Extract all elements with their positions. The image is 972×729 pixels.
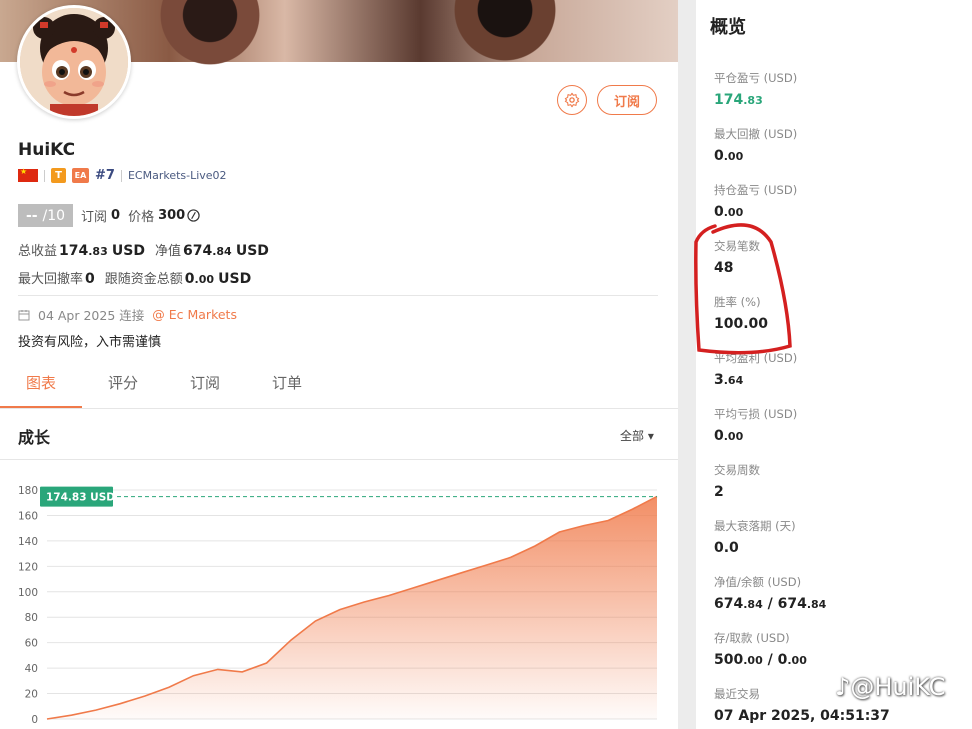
coin-icon: [187, 209, 200, 222]
profit-row: 总收益 174.83 USD 净值 674.84 USD: [18, 240, 269, 259]
overview-stat: 最大衰落期 (天) 0.0: [714, 518, 954, 556]
y-tick-label: 180: [18, 485, 38, 497]
subs-label: 订阅: [81, 210, 108, 225]
stat-label: 存/取款 (USD): [714, 631, 790, 645]
divider: [18, 295, 658, 296]
tab-orders[interactable]: 订单: [246, 365, 328, 408]
avatar[interactable]: [17, 5, 131, 119]
rank-badge: #7: [95, 168, 115, 183]
broker-link[interactable]: @ Ec Markets: [152, 307, 237, 322]
annotation-circle: [694, 223, 792, 355]
settings-button[interactable]: [557, 85, 587, 115]
overview-stat: 存/取款 (USD) 500.00 / 0.00: [714, 630, 954, 668]
subs-value: 0: [111, 208, 121, 223]
gear-icon: [564, 92, 580, 108]
overview-title: 概览: [710, 17, 746, 38]
y-tick-label: 0: [31, 714, 38, 726]
joined-date: 04 Apr 2025 连接: [38, 308, 145, 323]
range-dropdown[interactable]: 全部 ▾: [620, 427, 654, 444]
y-tick-label: 120: [18, 561, 38, 573]
stat-value: 500.00 / 0.00: [714, 652, 807, 668]
server-name: ECMarkets-Live02: [127, 169, 227, 182]
overview-stat: 平均亏损 (USD) 0.00: [714, 406, 954, 444]
stat-label: 交易周数: [714, 463, 760, 477]
divider: [0, 459, 678, 460]
stat-label: 平仓盈亏 (USD): [714, 71, 798, 85]
badge-ea: EA: [72, 168, 89, 183]
score-row: -- /10 订阅 0 价格 300: [18, 204, 200, 227]
badge-t: T: [51, 168, 66, 183]
overview-stat: 交易周数 2: [714, 462, 954, 500]
y-tick-label: 140: [18, 536, 38, 548]
total-profit-value: 174.83 USD: [59, 243, 145, 259]
calendar-icon: [18, 309, 30, 320]
follow-value: 0.00 USD: [184, 271, 252, 287]
separator: [120, 169, 122, 182]
china-flag-icon: [18, 167, 38, 182]
username: HuiKC: [18, 140, 76, 160]
overview-stat: 净值/余额 (USD) 674.84 / 674.84: [714, 574, 954, 612]
profile-panel: 订阅 HuiKC T EA #7 ECMarkets-Live02 -- /10…: [0, 0, 678, 729]
overview-stat: 平仓盈亏 (USD) 174.83: [714, 70, 954, 108]
risk-warning: 投资有风险，入市需谨慎: [18, 335, 162, 350]
stat-value: 3.64: [714, 372, 744, 388]
badge-row: T EA #7 ECMarkets-Live02: [18, 167, 227, 183]
stat-value: 2: [714, 484, 724, 500]
stat-label: 最大回撤 (USD): [714, 127, 798, 141]
y-tick-label: 60: [25, 638, 38, 650]
follow-label: 跟随资金总额: [104, 272, 183, 287]
stat-label: 最大衰落期 (天): [714, 519, 796, 533]
stat-value: 674.84 / 674.84: [714, 596, 827, 612]
max-dd-label: 最大回撤率: [18, 272, 84, 287]
tab-bar: 图表 评分 订阅 订单: [0, 365, 678, 409]
price-label: 价格: [128, 210, 155, 225]
y-tick-label: 40: [25, 663, 38, 675]
stat-value: 07 Apr 2025, 04:51:37: [714, 708, 890, 724]
growth-chart: 0 20 40 60 80 100 120 140 160 180 174.83 USD: [18, 485, 658, 726]
stat-value: 0.0: [714, 540, 739, 556]
tab-subscribe[interactable]: 订阅: [164, 365, 246, 408]
stat-value: 0.00: [714, 148, 744, 164]
stat-value: 174.83: [714, 92, 763, 108]
current-value-badge: 174.83 USD: [40, 486, 115, 507]
y-tick-label: 20: [25, 689, 38, 701]
y-tick-label: 100: [18, 587, 38, 599]
price-value: 300: [158, 208, 186, 223]
stat-value: 0.00: [714, 428, 744, 444]
subscribe-button[interactable]: 订阅: [597, 85, 657, 115]
stat-label: 持仓盈亏 (USD): [714, 183, 798, 197]
tab-rating[interactable]: 评分: [82, 365, 164, 408]
overview-panel: 概览 平仓盈亏 (USD) 174.83 最大回撤 (USD) 0.00 持仓盈亏 (U…: [696, 0, 972, 729]
stat-label: 平均亏损 (USD): [714, 407, 798, 421]
douyin-icon: ♪: [835, 673, 851, 701]
total-profit-label: 总收益: [18, 244, 58, 259]
y-tick-label: 80: [25, 612, 38, 624]
growth-title: 成长: [18, 428, 51, 447]
current-value-label: 174.83 USD: [46, 492, 115, 504]
joined-row: 04 Apr 2025 连接 @ Ec Markets: [18, 305, 237, 324]
y-tick-label: 160: [18, 510, 38, 522]
watermark: ♪@HuiKC: [835, 673, 946, 701]
score-badge: -- /10: [18, 204, 73, 227]
max-dd-value: 0: [85, 271, 95, 287]
overview-stat: 最大回撤 (USD) 0.00: [714, 126, 954, 164]
equity-label: 净值: [154, 244, 181, 259]
separator: [44, 169, 45, 182]
drawdown-row: 最大回撤率 0 跟随资金总额 0.00 USD: [18, 268, 251, 287]
equity-value: 674.84 USD: [182, 243, 269, 259]
stat-label: 净值/余额 (USD): [714, 575, 802, 589]
tab-chart[interactable]: 图表: [0, 365, 82, 408]
